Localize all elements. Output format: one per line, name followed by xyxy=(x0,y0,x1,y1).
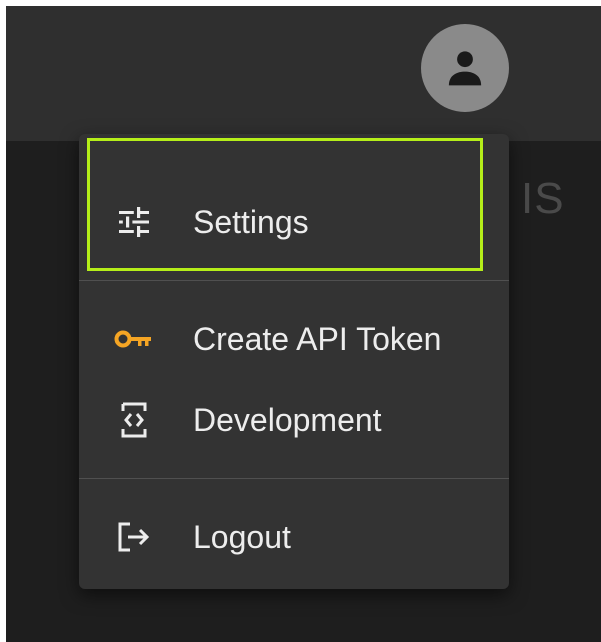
menu-item-label: Settings xyxy=(193,203,309,240)
page-heading-partial: IS xyxy=(521,174,565,223)
app-frame: IS Settings Create API Token Development… xyxy=(6,6,601,642)
top-app-bar xyxy=(6,6,601,141)
account-circle-icon xyxy=(448,51,482,86)
key-icon xyxy=(114,319,154,359)
user-avatar-button[interactable] xyxy=(421,24,509,112)
menu-item-label: Create API Token xyxy=(193,320,442,357)
menu-item-settings[interactable]: Settings xyxy=(79,184,509,260)
menu-divider xyxy=(79,478,509,479)
menu-divider xyxy=(79,280,509,281)
logout-icon xyxy=(114,517,154,557)
menu-item-development[interactable]: Development xyxy=(79,382,509,458)
tune-sliders-icon xyxy=(114,202,154,242)
code-document-icon xyxy=(114,400,154,440)
menu-item-label: Development xyxy=(193,401,382,438)
menu-item-create-api-token[interactable]: Create API Token xyxy=(79,301,509,377)
user-menu: Settings Create API Token Development Lo… xyxy=(79,134,509,589)
menu-item-logout[interactable]: Logout xyxy=(79,499,509,575)
menu-item-label: Logout xyxy=(193,518,291,555)
